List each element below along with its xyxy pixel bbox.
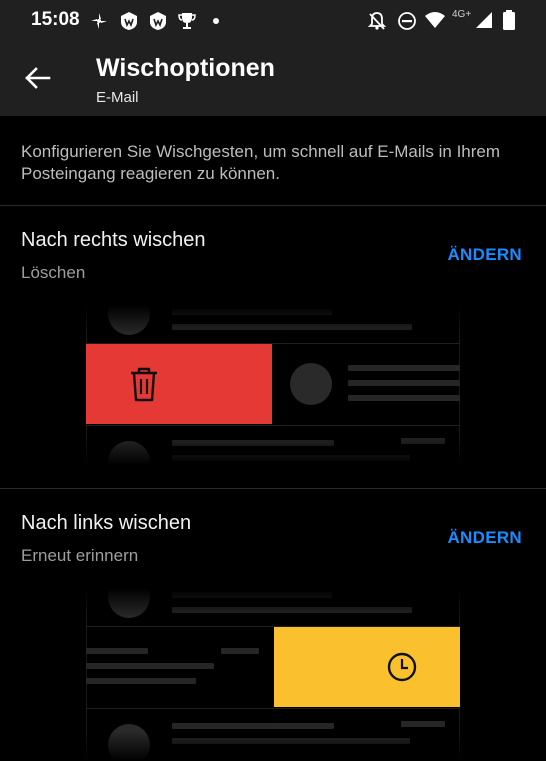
page-title: Wischoptionen: [96, 54, 275, 82]
pinwheel-icon: [91, 13, 107, 29]
swipe-right-title: Nach rechts wischen: [21, 229, 206, 251]
divider: [0, 205, 546, 206]
wifi-icon: [425, 12, 445, 28]
trophy-icon: [178, 13, 196, 29]
shield-app-icon: [150, 12, 166, 30]
trash-icon: [131, 367, 157, 402]
shield-app-icon: [121, 12, 137, 30]
status-bar: 15:08 4G+: [0, 0, 546, 42]
swipe-right-preview: [86, 305, 460, 465]
swipe-right-action: Löschen: [21, 263, 86, 282]
swipe-left-title: Nach links wischen: [21, 512, 192, 534]
bell-off-icon: [367, 12, 387, 30]
page-subtitle: E-Mail: [96, 89, 139, 106]
snooze-action-swatch: [274, 627, 460, 707]
do-not-disturb-icon: [398, 12, 416, 30]
delete-action-swatch: [86, 344, 272, 424]
signal-icon: [476, 12, 492, 28]
battery-icon: [503, 10, 515, 30]
change-swipe-left-button[interactable]: ÄNDERN: [447, 528, 522, 548]
network-type: 4G+: [452, 9, 472, 20]
change-swipe-right-button[interactable]: ÄNDERN: [447, 245, 522, 265]
back-arrow-icon[interactable]: [22, 63, 52, 93]
divider: [0, 488, 546, 489]
dot-icon: [213, 18, 219, 24]
clock-icon: [387, 652, 417, 682]
status-time: 15:08: [31, 9, 80, 30]
swipe-left-preview: [86, 588, 460, 761]
swipe-left-action: Erneut erinnern: [21, 546, 139, 565]
intro-text: Konfigurieren Sie Wischgesten, um schnel…: [21, 142, 501, 183]
